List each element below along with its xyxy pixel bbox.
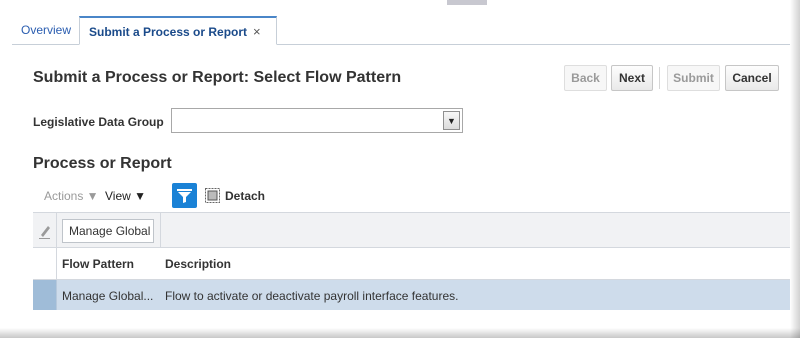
top-edge-marker	[447, 0, 487, 5]
shadow-right	[790, 0, 800, 338]
detach-button[interactable]: Detach	[225, 189, 265, 203]
filter-row: Manage Global	[33, 212, 790, 248]
back-button-label: Back	[571, 71, 600, 85]
close-icon[interactable]: ×	[253, 24, 261, 39]
cell-description: Flow to activate or deactivate payroll i…	[165, 289, 459, 303]
button-separator	[659, 67, 660, 89]
flow-pattern-table: Manage Global Flow Pattern Description M…	[33, 212, 790, 310]
detach-icon[interactable]	[205, 188, 220, 203]
cancel-button[interactable]: Cancel	[725, 65, 779, 91]
pencil-icon	[39, 226, 50, 239]
column-header-description[interactable]: Description	[165, 257, 231, 271]
back-button[interactable]: Back	[564, 65, 607, 91]
actions-menu[interactable]: Actions ▼	[44, 189, 99, 203]
tab-bar: Overview Submit a Process or Report ×	[12, 16, 790, 45]
pencil-cell	[33, 213, 57, 247]
submit-button-label: Submit	[673, 71, 714, 85]
submit-button[interactable]: Submit	[667, 65, 720, 91]
next-button[interactable]: Next	[611, 65, 653, 91]
cancel-button-label: Cancel	[732, 71, 772, 85]
column-header-flow-pattern[interactable]: Flow Pattern	[62, 257, 134, 271]
ldg-label: Legislative Data Group	[33, 115, 164, 129]
tab-overview[interactable]: Overview	[12, 16, 80, 45]
view-menu[interactable]: View ▼	[105, 189, 146, 203]
section-title: Process or Report	[33, 155, 172, 172]
header-gutter	[33, 248, 57, 279]
filter-divider	[160, 213, 161, 247]
page-title: Submit a Process or Report: Select Flow …	[33, 69, 402, 86]
tab-submit-process-label: Submit a Process or Report	[89, 25, 248, 39]
flow-pattern-filter-input[interactable]: Manage Global	[62, 219, 154, 243]
row-selector[interactable]	[33, 280, 57, 310]
ldg-select[interactable]: ▼	[171, 108, 463, 133]
table-row[interactable]: Manage Global... Flow to activate or dea…	[33, 280, 790, 310]
shadow-bottom	[0, 328, 800, 338]
filter-icon[interactable]	[172, 183, 197, 208]
cell-flow-pattern: Manage Global...	[62, 289, 154, 303]
dropdown-arrow-icon[interactable]: ▼	[443, 111, 460, 130]
table-header-row: Flow Pattern Description	[33, 248, 790, 280]
next-button-label: Next	[618, 71, 645, 85]
tab-submit-process[interactable]: Submit a Process or Report ×	[79, 16, 277, 45]
